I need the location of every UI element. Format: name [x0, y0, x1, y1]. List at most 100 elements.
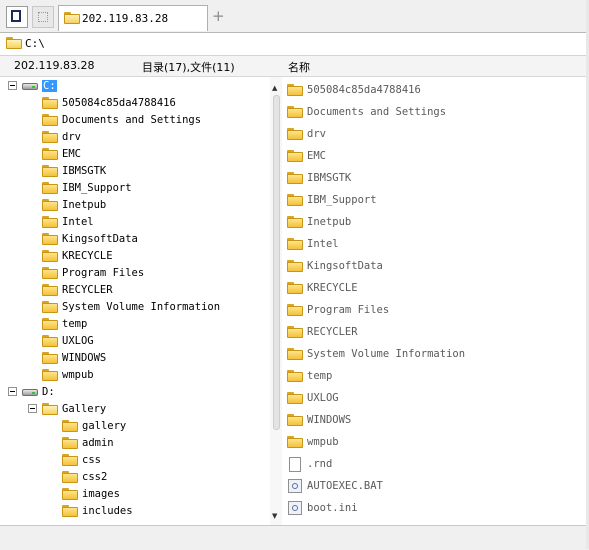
list-item-label: Program Files — [307, 304, 390, 316]
tree-node[interactable]: Intel — [0, 214, 268, 231]
list-item[interactable]: IBMSGTK — [284, 169, 584, 191]
tree-node[interactable]: RECYCLER — [0, 282, 268, 299]
status-bar — [0, 525, 589, 550]
tree-node-label: C: — [42, 80, 57, 92]
tree-node[interactable]: EMC — [0, 146, 268, 163]
tree-node-label: KingsoftData — [62, 233, 138, 245]
folder-icon — [287, 436, 303, 448]
tree-node[interactable]: css2 — [0, 469, 268, 486]
tab-server[interactable]: 202.119.83.28 — [58, 5, 208, 31]
list-item-label: wmpub — [307, 436, 339, 448]
drive-icon — [22, 387, 38, 397]
tree-node[interactable]: admin — [0, 435, 268, 452]
list-item-label: IBM_Support — [307, 194, 377, 206]
tree-node[interactable]: css — [0, 452, 268, 469]
folder-icon — [62, 437, 78, 449]
list-item[interactable]: Inetpub — [284, 213, 584, 235]
panel-toggle-button[interactable] — [6, 6, 28, 28]
list-item[interactable]: drv — [284, 125, 584, 147]
folder-icon — [62, 420, 78, 432]
collapse-icon[interactable] — [8, 81, 17, 90]
tree-node[interactable]: gallery — [0, 418, 268, 435]
list-item-label: AUTOEXEC.BAT — [307, 480, 383, 492]
tree-node[interactable]: WINDOWS — [0, 350, 268, 367]
list-item[interactable]: UXLOG — [284, 389, 584, 411]
list-item[interactable]: boot.ini — [284, 499, 584, 521]
list-item-label: RECYCLER — [307, 326, 358, 338]
list-item-label: 505084c85da4788416 — [307, 84, 421, 96]
list-item-label: Inetpub — [307, 216, 352, 228]
collapse-icon[interactable] — [8, 387, 17, 396]
tree-node[interactable]: Program Files — [0, 265, 268, 282]
tab-bar: 202.119.83.28 + — [0, 0, 589, 33]
tree-node-label: System Volume Information — [62, 301, 221, 313]
list-item[interactable]: .rnd — [284, 455, 584, 477]
list-item[interactable]: 505084c85da4788416 — [284, 81, 584, 103]
address-path: C:\ — [25, 37, 45, 50]
new-tab-button[interactable]: + — [212, 7, 225, 25]
list-item-label: .rnd — [307, 458, 333, 470]
address-bar[interactable]: C:\ — [0, 33, 589, 56]
tree-node[interactable]: System Volume Information — [0, 299, 268, 316]
tree-node[interactable]: UXLOG — [0, 333, 268, 350]
tree-node[interactable]: wmpub — [0, 367, 268, 384]
list-item[interactable]: KRECYCLE — [284, 279, 584, 301]
tree-node[interactable]: D: — [0, 384, 268, 401]
tree-node[interactable]: KingsoftData — [0, 231, 268, 248]
tree-node[interactable]: KRECYCLE — [0, 248, 268, 265]
tree-node[interactable]: includes — [0, 503, 268, 520]
list-item[interactable]: temp — [284, 367, 584, 389]
folder-icon — [42, 250, 58, 262]
list-item[interactable]: AUTOEXEC.BAT — [284, 477, 584, 499]
tree-node-label: Inetpub — [62, 199, 107, 211]
scroll-up-icon[interactable]: ▲ — [272, 84, 277, 92]
tree-node-label: includes — [82, 505, 133, 517]
folder-icon — [42, 267, 58, 279]
tree-node[interactable]: C: — [0, 78, 268, 95]
name-column-header[interactable]: 名称 — [288, 59, 310, 75]
tree-node[interactable]: Documents and Settings — [0, 112, 268, 129]
tree-node[interactable]: Gallery — [0, 401, 268, 418]
scroll-down-icon[interactable]: ▼ — [272, 512, 277, 520]
tree-node[interactable]: images — [0, 486, 268, 503]
collapse-icon[interactable] — [28, 404, 37, 413]
folder-icon — [62, 488, 78, 500]
tree-node[interactable]: IBM_Support — [0, 180, 268, 197]
list-item[interactable]: System Volume Information — [284, 345, 584, 367]
folder-icon — [42, 369, 58, 381]
list-item-label: temp — [307, 370, 333, 382]
tree-node-label: EMC — [62, 148, 81, 160]
folder-icon — [287, 414, 303, 426]
folder-icon — [42, 352, 58, 364]
folder-icon — [287, 304, 303, 316]
tree-node[interactable]: Inetpub — [0, 197, 268, 214]
tree-node[interactable]: 505084c85da4788416 — [0, 95, 268, 112]
list-item[interactable]: Documents and Settings — [284, 103, 584, 125]
list-item-label: boot.ini — [307, 502, 358, 514]
tree-node-label: D: — [42, 386, 55, 398]
list-item-label: Intel — [307, 238, 339, 250]
tree-node-label: Gallery — [62, 403, 107, 415]
list-item[interactable]: WINDOWS — [284, 411, 584, 433]
folder-icon — [287, 194, 303, 206]
scrollbar-thumb[interactable] — [273, 95, 280, 430]
info-bar: 202.119.83.28 目录(17),文件(11) 名称 — [0, 56, 589, 77]
list-item[interactable]: wmpub — [284, 433, 584, 455]
list-item[interactable]: RECYCLER — [284, 323, 584, 345]
folder-icon — [287, 216, 303, 228]
list-item[interactable]: Program Files — [284, 301, 584, 323]
tree-node-label: Documents and Settings — [62, 114, 202, 126]
folder-icon — [287, 348, 303, 360]
list-item[interactable]: EMC — [284, 147, 584, 169]
folder-icon — [287, 392, 303, 404]
tree-node[interactable]: temp — [0, 316, 268, 333]
list-item[interactable]: IBM_Support — [284, 191, 584, 213]
list-item[interactable]: KingsoftData — [284, 257, 584, 279]
tree-node[interactable]: IBMSGTK — [0, 163, 268, 180]
list-item[interactable]: Intel — [284, 235, 584, 257]
list-item-label: EMC — [307, 150, 326, 162]
home-tab-button[interactable] — [32, 6, 54, 28]
folder-icon — [287, 84, 303, 96]
tree-node[interactable]: drv — [0, 129, 268, 146]
folder-icon — [42, 131, 58, 143]
